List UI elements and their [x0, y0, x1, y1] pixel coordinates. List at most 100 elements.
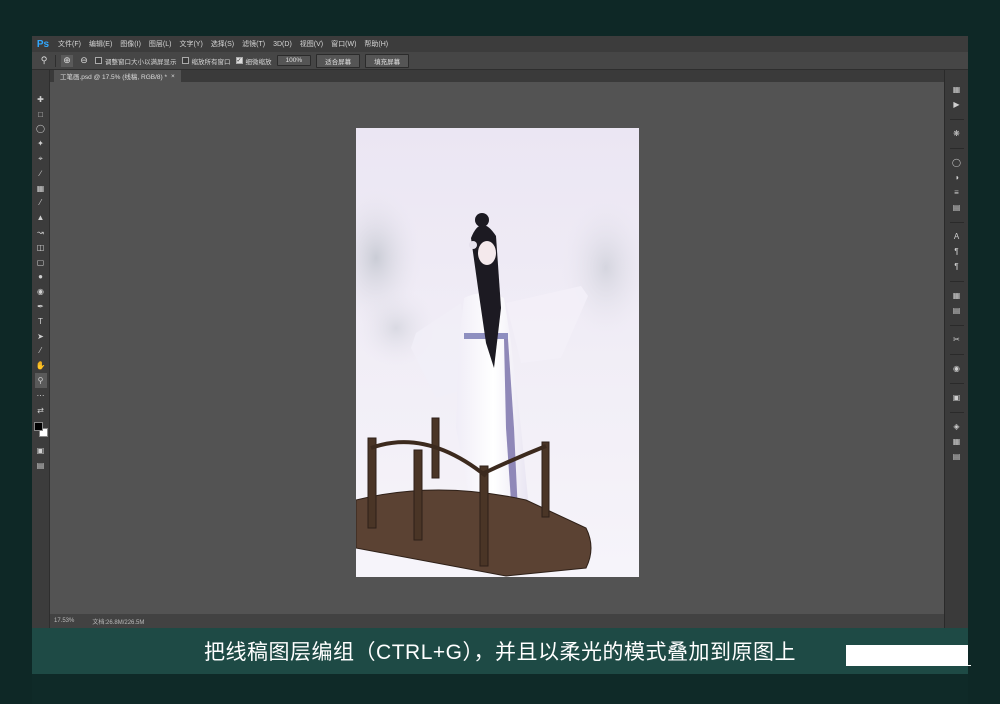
scrubby-zoom-option[interactable]: ✓ 细微缩放 [235, 56, 272, 66]
frame-top [0, 0, 1000, 36]
resize-windows-label: 调整窗口大小以满屏显示 [105, 58, 177, 66]
stamp-icon[interactable]: ▲ [35, 210, 47, 225]
styles-icon[interactable]: ≡ [950, 185, 964, 200]
move-icon[interactable]: ✚ [35, 92, 47, 107]
eraser-icon[interactable]: ◫ [35, 240, 47, 255]
paragraph-icon[interactable]: ¶ [950, 244, 964, 259]
glyphs-icon[interactable]: ¶ [950, 259, 964, 274]
menu-filter[interactable]: 滤镜(T) [238, 39, 269, 49]
properties-icon[interactable]: ▤ [950, 200, 964, 215]
history-brush-icon[interactable]: ↝ [35, 225, 47, 240]
document-canvas-photo [356, 128, 639, 577]
frame-icon[interactable]: ▤ [950, 449, 964, 464]
document-tab[interactable]: 工笔画.psd @ 17.5% (线稿, RGB/8) * × [54, 70, 181, 82]
history-icon[interactable]: ▦ [950, 82, 964, 97]
caption-text: 把线稿图层编组（CTRL+G），并且以柔光的模式叠加到原图上 [204, 641, 796, 664]
grid-icon[interactable]: ▦ [950, 434, 964, 449]
zoom-100-button[interactable]: 100% [276, 55, 312, 66]
panel-divider [949, 347, 964, 355]
caption-bar: 把线稿图层编组（CTRL+G），并且以柔光的模式叠加到原图上 [32, 628, 968, 674]
document-tab-row: 工笔画.psd @ 17.5% (线稿, RGB/8) * × [50, 70, 950, 82]
scrubby-zoom-checkbox[interactable]: ✓ [235, 57, 243, 64]
status-doc-size: 文档:26.8M/226.5M [92, 619, 145, 626]
adjustments-icon[interactable]: ◑ [950, 170, 964, 185]
frame-right [968, 36, 1000, 704]
hand-icon[interactable]: ✋ [35, 358, 47, 373]
menu-help[interactable]: 帮助(H) [360, 39, 392, 49]
layers-icon[interactable]: ▦ [950, 288, 964, 303]
close-icon[interactable]: × [171, 73, 175, 80]
ps-logo[interactable]: Ps [32, 36, 54, 52]
status-zoom[interactable]: 17.53% [54, 618, 74, 624]
channels-icon[interactable]: ▤ [950, 303, 964, 318]
swatches-icon[interactable]: ◯ [950, 155, 964, 170]
caption-underline [846, 665, 971, 666]
document-tab-title: 工笔画.psd @ 17.5% (线稿, RGB/8) * [60, 74, 168, 81]
play-icon[interactable]: ▶ [950, 97, 964, 112]
more-icon[interactable]: ⋯ [35, 388, 47, 403]
menu-select[interactable]: 选择(S) [207, 39, 238, 49]
tools-icon[interactable]: ✂ [950, 332, 964, 347]
menu-view[interactable]: 视图(V) [296, 39, 327, 49]
brush-icon[interactable]: ⁄ [35, 196, 47, 211]
magic-wand-icon[interactable]: ✦ [35, 136, 47, 151]
caption-mask-box [846, 645, 968, 665]
photoshop-window: Ps 文件(F) 编辑(E) 图像(I) 图层(L) 文字(Y) 选择(S) 滤… [32, 36, 968, 628]
hair-bun [475, 213, 489, 227]
color-swatches[interactable] [33, 421, 48, 438]
panel-divider [949, 215, 964, 223]
color-icon[interactable]: ❋ [950, 126, 964, 141]
paths-icon[interactable]: ◈ [950, 419, 964, 434]
foreground-color-swatch[interactable] [33, 421, 43, 431]
resize-windows-checkbox[interactable] [95, 57, 102, 64]
character-icon[interactable]: A [950, 229, 964, 244]
swap-colors-icon[interactable]: ⇄ [35, 403, 47, 418]
line-icon[interactable]: ⁄ [35, 344, 47, 359]
zoom-all-checkbox[interactable] [181, 57, 189, 64]
marquee-icon[interactable]: □ [35, 107, 47, 122]
type-icon[interactable]: T [35, 314, 47, 329]
options-bar: ⚲ ⊕ ⊖ 调整窗口大小以满屏显示 缩放所有窗口 ✓ 细微缩放 100% 适合屏… [32, 52, 968, 70]
panel-dock: ▦ ▶ ❋ ◯ ◑ ≡ ▤ A ¶ ¶ ▦ ▤ ✂ ◉ ▣ ◈ ▦ ▤ [944, 70, 968, 628]
eyedropper-icon[interactable]: ∕ [35, 166, 47, 181]
frame-left [0, 36, 32, 704]
crop-icon[interactable]: ⌖ [35, 151, 47, 166]
menu-bar: Ps 文件(F) 编辑(E) 图像(I) 图层(L) 文字(Y) 选择(S) 滤… [32, 36, 968, 52]
lasso-icon[interactable]: ◯ [35, 122, 47, 137]
menu-layer[interactable]: 图层(L) [145, 39, 176, 49]
tools-panel: ✚ □ ◯ ✦ ⌖ ∕ ▦ ⁄ ▲ ↝ ◫ ▢ ● ◉ ✒ T ➤ ⁄ ✋ ⚲ … [32, 70, 50, 628]
healing-icon[interactable]: ▦ [35, 181, 47, 196]
pen-icon[interactable]: ✒ [35, 299, 47, 314]
fit-screen-button[interactable]: 适合屏幕 [316, 53, 361, 68]
menu-edit[interactable]: 编辑(E) [85, 39, 116, 49]
libraries-icon[interactable]: ◉ [950, 361, 964, 376]
zoom-all-label: 缩放所有窗口 [191, 58, 231, 66]
zoom-tool-icon[interactable]: ⚲ [38, 55, 50, 67]
menu-window[interactable]: 窗口(W) [327, 39, 360, 49]
panel-divider [949, 274, 964, 282]
face [478, 241, 496, 265]
panel-divider [949, 376, 964, 384]
blur-icon[interactable]: ● [35, 270, 47, 285]
resize-windows-option[interactable]: 调整窗口大小以满屏显示 [95, 56, 177, 66]
hair-ornament [469, 241, 477, 249]
dodge-icon[interactable]: ◉ [35, 284, 47, 299]
scrubby-zoom-label: 细微缩放 [245, 58, 272, 66]
menu-image[interactable]: 图像(I) [116, 39, 145, 49]
path-select-icon[interactable]: ➤ [35, 329, 47, 344]
fill-screen-button[interactable]: 填充屏幕 [365, 53, 410, 68]
zoom-out-icon[interactable]: ⊖ [78, 55, 90, 67]
panel-divider [949, 112, 964, 120]
quick-mask-icon[interactable]: ▣ [35, 444, 47, 459]
options-divider [55, 54, 56, 67]
menu-file[interactable]: 文件(F) [54, 39, 85, 49]
menu-3d[interactable]: 3D(D) [269, 41, 296, 48]
zoom-icon[interactable]: ⚲ [34, 373, 47, 388]
zoom-in-icon[interactable]: ⊕ [61, 54, 73, 67]
zoom-all-option[interactable]: 缩放所有窗口 [181, 56, 231, 66]
brushes-icon[interactable]: ▣ [950, 390, 964, 405]
screen-mode-icon[interactable]: ▤ [35, 458, 47, 473]
gradient-icon[interactable]: ▢ [35, 255, 47, 270]
panel-divider [949, 141, 964, 149]
menu-type[interactable]: 文字(Y) [175, 39, 206, 49]
